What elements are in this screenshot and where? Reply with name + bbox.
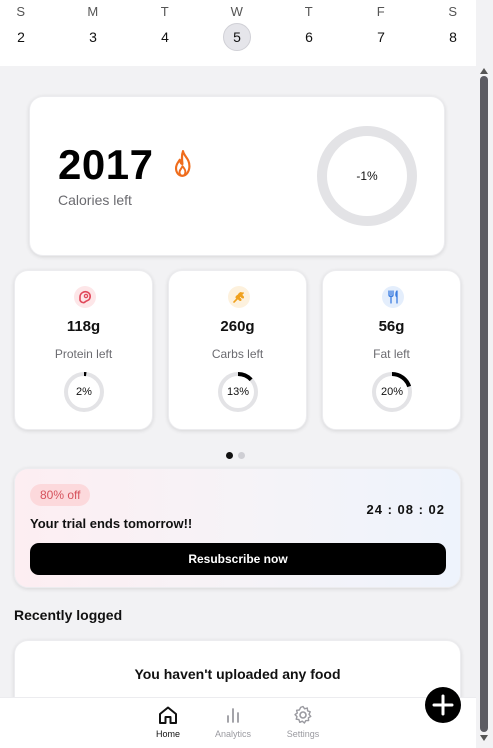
calories-card[interactable]: 2017 Calories left -1%: [29, 96, 445, 256]
home-icon: [159, 706, 177, 724]
bar-chart-icon: [227, 708, 239, 723]
calories-left-label: Calories left: [58, 192, 132, 208]
scrollbar-thumb[interactable]: [480, 76, 488, 732]
nav-analytics-label: Analytics: [214, 729, 251, 739]
nav-home[interactable]: Home: [138, 704, 198, 739]
trial-message: Your trial ends tomorrow!!: [30, 516, 193, 531]
day-tue[interactable]: T 4: [145, 0, 185, 51]
scroll-up-arrow-icon[interactable]: [480, 68, 488, 74]
bottom-nav: Home Analytics Settings: [0, 697, 476, 748]
day-name: T: [160, 4, 170, 19]
day-name: S: [16, 4, 26, 19]
day-date-selected: 5: [223, 23, 251, 51]
day-name: S: [448, 4, 458, 19]
carbs-value: 260g: [220, 318, 255, 335]
day-wed[interactable]: W 5: [217, 0, 257, 51]
calories-left-value: 2017: [58, 141, 154, 188]
carbs-label: Carbs left: [211, 347, 264, 361]
day-name: M: [87, 4, 99, 19]
day-name: W: [230, 4, 244, 19]
discount-badge: 80% off: [30, 484, 91, 506]
scroll-down-arrow-icon[interactable]: [480, 735, 488, 741]
day-fri[interactable]: F 7: [361, 0, 401, 51]
day-sat[interactable]: S 8: [433, 0, 473, 51]
pager-dot-active[interactable]: [226, 452, 233, 459]
wheat-icon: [228, 286, 250, 308]
day-name: T: [304, 4, 314, 19]
protein-label: Protein left: [54, 347, 113, 361]
day-mon[interactable]: M 3: [73, 0, 113, 51]
protein-card[interactable]: 118g Protein left 2%: [14, 270, 153, 430]
nav-home-label: Home: [155, 729, 180, 739]
day-thu[interactable]: T 6: [289, 0, 329, 51]
nav-analytics[interactable]: Analytics: [203, 704, 263, 739]
fat-percent: 20%: [380, 386, 404, 398]
day-date: 2: [17, 29, 25, 45]
plus-icon: [432, 694, 454, 716]
nav-settings-label: Settings: [286, 729, 320, 739]
pager-dot[interactable]: [238, 452, 245, 459]
gear-icon: [294, 705, 312, 724]
calories-ring-percent: -1%: [356, 169, 378, 183]
day-date: 7: [377, 29, 385, 45]
day-sun[interactable]: S 2: [1, 0, 41, 51]
protein-percent: 2%: [76, 386, 92, 398]
fat-card[interactable]: 56g Fat left 20%: [322, 270, 461, 430]
pager-dots: [226, 446, 250, 464]
nav-settings[interactable]: Settings: [273, 704, 333, 739]
fork-knife-icon: [382, 286, 404, 308]
trial-card: 80% off Your trial ends tomorrow!! 24 : …: [14, 468, 461, 588]
carbs-percent: 13%: [226, 386, 250, 398]
carbs-card[interactable]: 260g Carbs left 13%: [168, 270, 307, 430]
add-food-button[interactable]: [425, 687, 461, 723]
flame-icon: [174, 150, 191, 177]
day-date: 8: [449, 29, 457, 45]
day-date: 4: [161, 29, 169, 45]
fat-value: 56g: [378, 318, 405, 335]
empty-food-message: You haven't uploaded any food: [134, 666, 341, 682]
steak-icon: [74, 286, 96, 308]
day-date: 3: [89, 29, 97, 45]
day-name: F: [376, 4, 386, 19]
day-date: 6: [305, 29, 313, 45]
recently-logged-heading: Recently logged: [14, 607, 123, 623]
fat-label: Fat left: [373, 347, 410, 361]
resubscribe-button[interactable]: Resubscribe now: [30, 543, 446, 575]
week-strip: S 2 M 3 T 4 W 5 T 6 F 7 S 8: [0, 0, 476, 66]
protein-value: 118g: [66, 318, 101, 335]
countdown-timer: 24 : 08 : 02: [366, 502, 445, 517]
